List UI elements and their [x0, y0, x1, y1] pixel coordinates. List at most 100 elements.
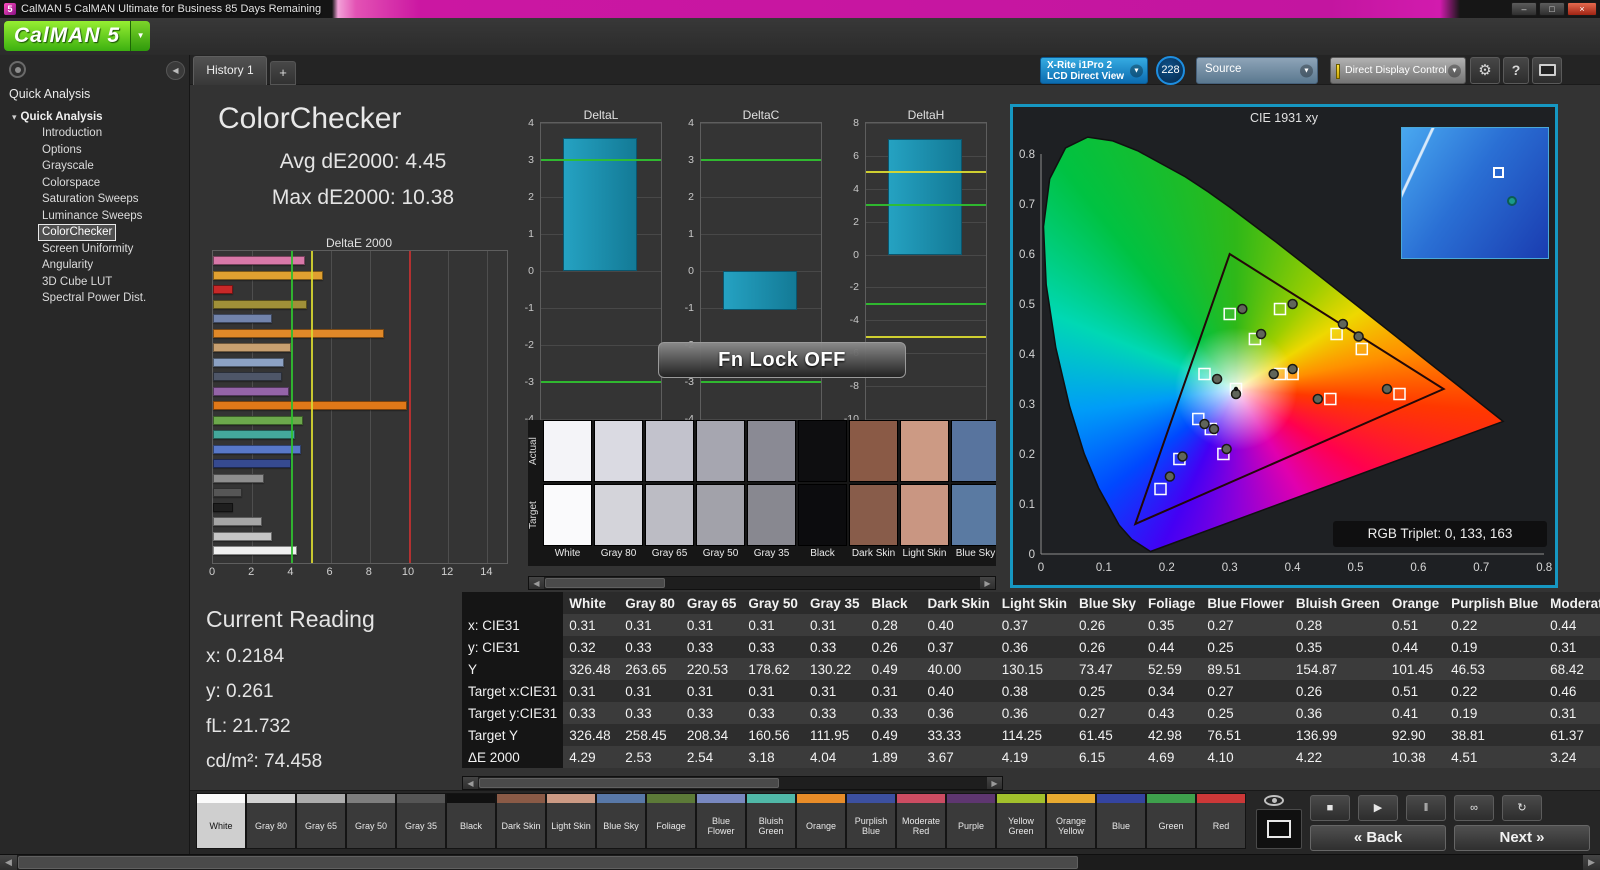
patch-button-purplish-blue[interactable]: Purplish Blue	[846, 793, 896, 849]
display-toggle-button[interactable]	[1256, 809, 1302, 849]
meter-dropdown[interactable]: X-Rite i1Pro 2 LCD Direct View ▼	[1040, 57, 1148, 84]
loop-button[interactable]: ↻	[1502, 795, 1542, 821]
cie-x-tick-label: 0.4	[1285, 562, 1302, 574]
patch-button-gray-80[interactable]: Gray 80	[246, 793, 296, 849]
patch-button-purple[interactable]: Purple	[946, 793, 996, 849]
table-cell: 0.37	[921, 636, 996, 658]
actual-swatch-black	[798, 420, 847, 482]
patch-button-green[interactable]: Green	[1146, 793, 1196, 849]
patch-button-blue[interactable]: Blue	[1096, 793, 1146, 849]
deltae-bar	[213, 502, 233, 512]
sidebar-item-screen-uniformity[interactable]: Screen Uniformity	[38, 241, 137, 258]
help-button[interactable]: ?	[1503, 57, 1529, 84]
patch-button-red[interactable]: Red	[1196, 793, 1246, 849]
logo-dropdown-button[interactable]: ▼	[130, 21, 151, 51]
patch-color-swatch	[547, 794, 595, 803]
patch-button-light-skin[interactable]: Light Skin	[546, 793, 596, 849]
actual-swatch-gray-35	[747, 420, 796, 482]
window-scrollbar[interactable]: ◀ ▶	[0, 854, 1600, 870]
sidebar-item-options[interactable]: Options	[38, 142, 86, 159]
continuous-read-button[interactable]: ∞	[1454, 795, 1494, 821]
next-button[interactable]: Next »	[1454, 825, 1590, 851]
chevron-down-icon: ▼	[1300, 64, 1313, 77]
sidebar-item-spectral-power-dist[interactable]: Spectral Power Dist.	[38, 290, 150, 307]
add-tab-button[interactable]: +	[270, 61, 296, 85]
patch-button-moderate-red[interactable]: Moderate Red	[896, 793, 946, 849]
target-circle-icon[interactable]	[9, 61, 26, 78]
patch-button-bluish-green[interactable]: Bluish Green	[746, 793, 796, 849]
sidebar-item-grayscale[interactable]: Grayscale	[38, 158, 98, 175]
sidebar-item-3d-cube-lut[interactable]: 3D Cube LUT	[38, 274, 116, 291]
minimize-button[interactable]: –	[1511, 2, 1537, 16]
table-cell: 0.31	[865, 680, 922, 702]
patch-color-swatch	[347, 794, 395, 803]
table-cell: 0.49	[865, 724, 922, 746]
patch-button-gray-65[interactable]: Gray 65	[296, 793, 346, 849]
patch-button-black[interactable]: Black	[446, 793, 496, 849]
patch-button-blue-flower[interactable]: Blue Flower	[696, 793, 746, 849]
meter-count-badge[interactable]: 228	[1156, 56, 1185, 85]
play-button[interactable]: ▶	[1358, 795, 1398, 821]
scroll-right-icon[interactable]: ▶	[980, 577, 995, 589]
scroll-left-icon[interactable]: ◀	[463, 777, 478, 789]
table-cell: 92.90	[1385, 724, 1446, 746]
close-button[interactable]: ×	[1567, 2, 1597, 16]
settings-button[interactable]: ⚙	[1470, 57, 1500, 84]
patch-button-dark-skin[interactable]: Dark Skin	[496, 793, 546, 849]
sidebar-collapse-button[interactable]: ◀	[166, 61, 185, 80]
table-row-label: ΔE 2000	[462, 746, 564, 768]
table-cell: 0.35	[1289, 636, 1386, 658]
patch-button-gray-35[interactable]: Gray 35	[396, 793, 446, 849]
table-column-header: Gray 35	[803, 592, 866, 614]
patch-button-white[interactable]: White	[196, 793, 246, 849]
chart-plot	[540, 122, 662, 420]
table-cell: 326.48	[563, 658, 620, 680]
tab-history-1[interactable]: History 1	[193, 56, 267, 85]
strip-scrollbar[interactable]: ◀ ▶	[528, 576, 996, 590]
deltae-bar-row	[213, 544, 507, 559]
patch-button-gray-50[interactable]: Gray 50	[346, 793, 396, 849]
sidebar-item-angularity[interactable]: Angularity	[38, 257, 97, 274]
delta-axis-label: 8	[853, 117, 859, 129]
sidebar-item-saturation-sweeps[interactable]: Saturation Sweeps	[38, 191, 143, 208]
scrollbar-thumb[interactable]	[545, 578, 665, 588]
swatch-strip: Actual Target White Gray 80 Gray 65 Gray 50…	[528, 420, 996, 566]
sidebar-item-luminance-sweeps[interactable]: Luminance Sweeps	[38, 208, 146, 225]
scroll-left-icon[interactable]: ◀	[0, 855, 17, 870]
maximize-button[interactable]: □	[1539, 2, 1565, 16]
table-cell: 0.31	[680, 614, 743, 636]
patch-button-label: Orange Yellow	[1055, 815, 1087, 836]
table-cell: 68.42	[1544, 658, 1600, 680]
sidebar-item-colorspace[interactable]: Colorspace	[38, 175, 104, 192]
source-dropdown[interactable]: Source ▼	[1196, 57, 1318, 84]
deltae-bar	[213, 517, 262, 526]
sidebar-item-introduction[interactable]: Introduction	[38, 125, 106, 142]
deltae-bar	[213, 473, 264, 483]
pause-button[interactable]: ‖	[1406, 795, 1446, 821]
deltae-bar-row	[213, 515, 507, 530]
patch-button-yellow-green[interactable]: Yellow Green	[996, 793, 1046, 849]
scrollbar-thumb[interactable]	[18, 856, 1078, 869]
display-control-dropdown[interactable]: Direct Display Control ▼	[1330, 57, 1466, 84]
scrollbar-thumb[interactable]	[479, 778, 779, 788]
scroll-right-icon[interactable]: ▶	[1583, 855, 1600, 870]
patch-button-blue-sky[interactable]: Blue Sky	[596, 793, 646, 849]
scroll-right-icon[interactable]: ▶	[987, 777, 1002, 789]
patch-button-orange-yellow[interactable]: Orange Yellow	[1046, 793, 1096, 849]
table-scrollbar[interactable]: ◀ ▶	[462, 776, 1003, 790]
table-row-label: x: CIE31	[462, 614, 564, 636]
deltae-bar-row	[213, 341, 507, 356]
table-cell: 178.62	[742, 658, 804, 680]
sidebar-item-colorchecker[interactable]: ColorChecker	[38, 224, 117, 241]
stop-button[interactable]: ■	[1310, 795, 1350, 821]
sidebar-root-item[interactable]: ▾ Quick Analysis	[12, 109, 190, 125]
eye-icon[interactable]	[1264, 795, 1284, 806]
cie-y-tick-label: 0.4	[1019, 349, 1036, 361]
display-button[interactable]	[1532, 57, 1562, 84]
patch-button-foliage[interactable]: Foliage	[646, 793, 696, 849]
patch-button-label: Foliage	[656, 820, 686, 831]
scroll-left-icon[interactable]: ◀	[529, 577, 544, 589]
patch-color-swatch	[247, 794, 295, 803]
back-button[interactable]: « Back	[1310, 825, 1446, 851]
patch-button-orange[interactable]: Orange	[796, 793, 846, 849]
